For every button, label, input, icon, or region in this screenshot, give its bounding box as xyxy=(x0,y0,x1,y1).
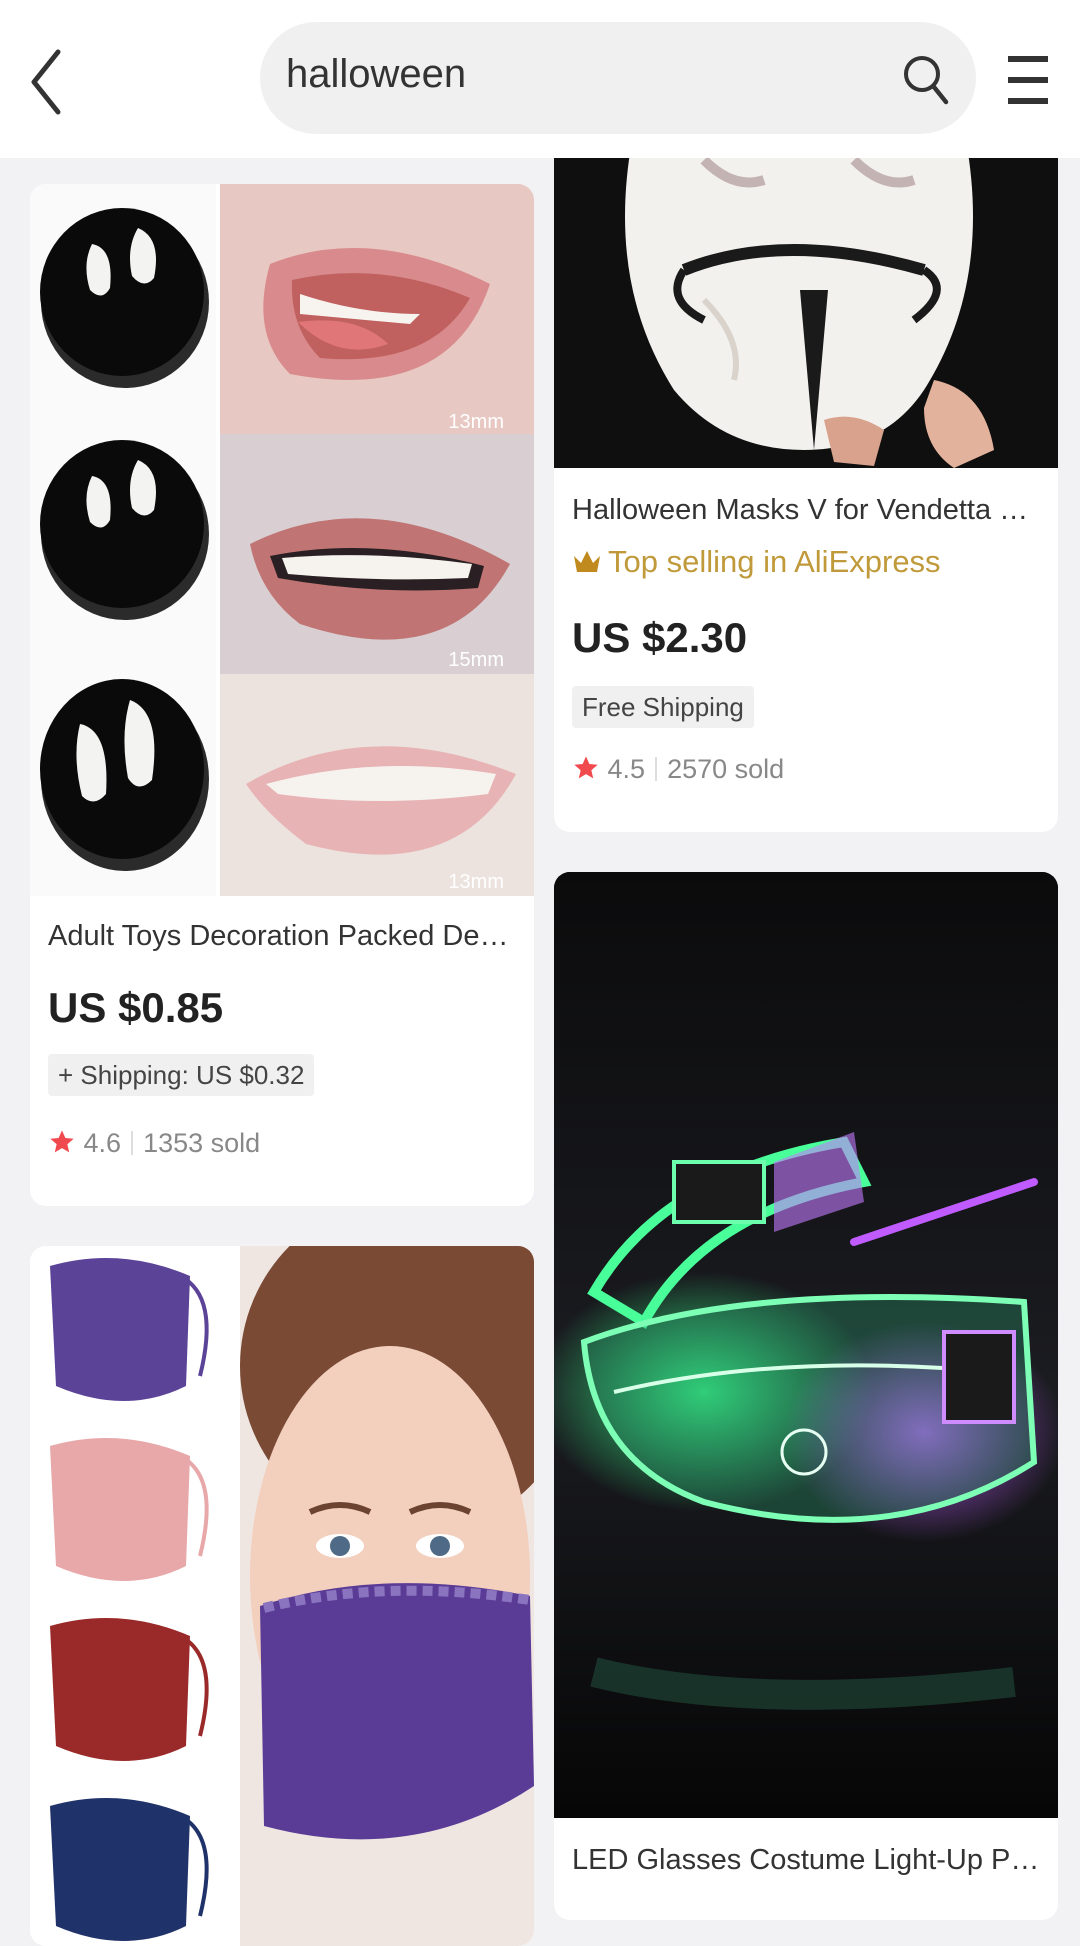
rating-row: 4.6 1353 sold xyxy=(48,1128,260,1164)
shipping-badge: Free Shipping xyxy=(572,686,754,728)
product-card-teeth[interactable]: 13mm 15mm 13mm Adult Toys Decoration Pac… xyxy=(30,184,534,1206)
top-selling-tag: Top selling in AliExpress xyxy=(572,544,941,580)
product-image-teeth[interactable]: 13mm 15mm 13mm xyxy=(30,184,534,896)
teeth-illustration: 13mm 15mm 13mm xyxy=(30,184,534,896)
size-label: 13mm xyxy=(448,411,504,433)
product-title[interactable]: Halloween Masks V for Vendetta Mask … xyxy=(572,494,1040,527)
search-input[interactable]: halloween xyxy=(260,22,976,134)
divider xyxy=(131,1131,134,1155)
vendetta-mask-illustration xyxy=(554,140,1058,468)
rating-row: 4.5 2570 sold xyxy=(572,754,784,790)
sold-count: 1353 sold xyxy=(143,1128,261,1158)
back-button[interactable] xyxy=(28,42,68,122)
product-card-led-glasses[interactable]: LED Glasses Costume Light-Up Party D… xyxy=(554,872,1058,1920)
rating-value: 4.6 xyxy=(83,1128,122,1158)
product-image-lace-mask[interactable] xyxy=(30,1246,534,1946)
product-info-teeth: Adult Toys Decoration Packed Denture… US… xyxy=(30,896,534,1206)
led-glasses-illustration xyxy=(554,872,1058,1818)
product-image-led-glasses[interactable] xyxy=(554,872,1058,1818)
sold-count: 2570 sold xyxy=(667,754,785,784)
size-label: 15mm xyxy=(448,649,504,671)
product-card-vendetta[interactable]: Halloween Masks V for Vendetta Mask … To… xyxy=(554,140,1058,832)
product-price: US $2.30 xyxy=(572,614,748,661)
size-label: 13mm xyxy=(448,871,504,893)
product-info-vendetta: Halloween Masks V for Vendetta Mask … To… xyxy=(554,468,1058,832)
shipping-badge: + Shipping: US $0.32 xyxy=(48,1054,315,1096)
product-price: US $0.85 xyxy=(48,984,224,1031)
product-image-vendetta[interactable] xyxy=(554,140,1058,468)
product-title[interactable]: LED Glasses Costume Light-Up Party D… xyxy=(572,1844,1040,1877)
search-query[interactable]: halloween xyxy=(286,52,466,97)
menu-icon[interactable] xyxy=(1006,52,1050,108)
search-icon[interactable] xyxy=(902,52,950,106)
product-title[interactable]: Adult Toys Decoration Packed Denture… xyxy=(48,920,516,953)
top-bar: halloween xyxy=(0,0,1080,158)
star-icon xyxy=(50,1130,74,1153)
star-icon xyxy=(574,756,598,779)
product-card-lace-mask[interactable] xyxy=(30,1246,534,1946)
lace-mask-illustration xyxy=(30,1246,534,1946)
top-selling-label: Top selling in AliExpress xyxy=(608,544,941,579)
product-info-led-glasses: LED Glasses Costume Light-Up Party D… xyxy=(554,1818,1058,1920)
crown-icon xyxy=(574,551,600,572)
rating-value: 4.5 xyxy=(607,754,646,784)
divider xyxy=(655,757,658,781)
chevron-left-icon xyxy=(31,49,61,115)
